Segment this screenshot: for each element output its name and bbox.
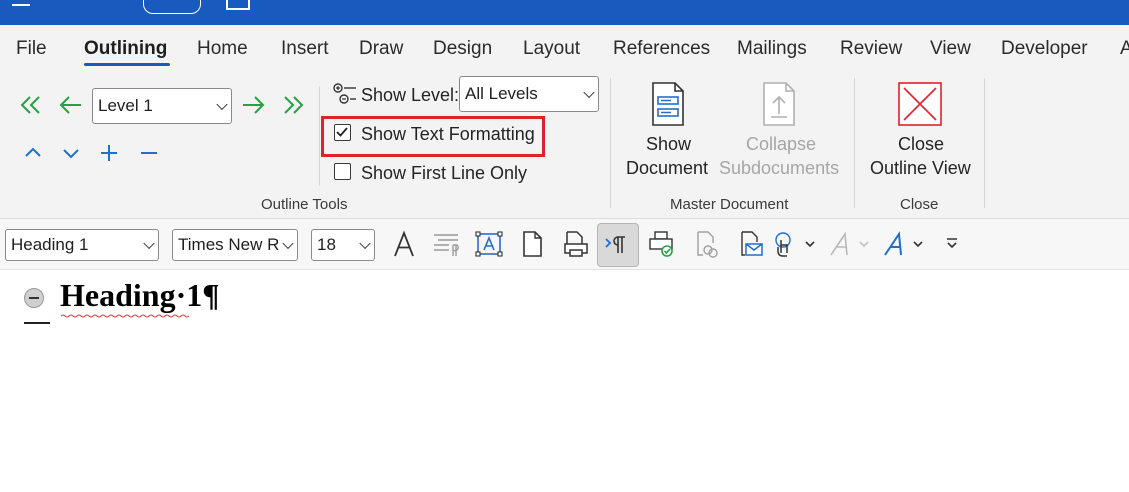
tab-references[interactable]: References bbox=[613, 38, 710, 60]
close-outline-view-label-1[interactable]: Close bbox=[898, 134, 944, 155]
chevron-down-icon bbox=[282, 237, 294, 250]
show-first-line-only-label[interactable]: Show First Line Only bbox=[361, 163, 527, 184]
show-document-label-1[interactable]: Show bbox=[646, 134, 691, 155]
print-icon[interactable] bbox=[647, 229, 677, 259]
separator bbox=[854, 78, 855, 208]
tab-file[interactable]: File bbox=[16, 38, 47, 60]
demote-icon[interactable] bbox=[240, 94, 266, 116]
outline-level-dropdown[interactable]: Level 1 bbox=[92, 88, 232, 124]
master-document-group-label: Master Document bbox=[670, 196, 789, 213]
link-document-icon[interactable] bbox=[691, 229, 721, 259]
tab-developer[interactable]: Developer bbox=[1001, 38, 1088, 60]
show-first-line-only-checkbox[interactable] bbox=[334, 163, 351, 180]
chevron-down-icon[interactable] bbox=[802, 229, 818, 259]
print-preview-icon[interactable] bbox=[561, 229, 591, 259]
tab-design[interactable]: Design bbox=[433, 38, 492, 60]
close-group-label: Close bbox=[900, 196, 939, 213]
separator bbox=[984, 78, 985, 208]
save-icon[interactable] bbox=[226, 0, 250, 10]
font-size-value: 18 bbox=[317, 235, 336, 254]
show-formatting-marks-icon[interactable] bbox=[603, 229, 633, 259]
promote-icon[interactable] bbox=[58, 94, 84, 116]
move-down-icon[interactable] bbox=[60, 144, 82, 162]
separator bbox=[319, 86, 320, 186]
active-tab-indicator bbox=[84, 63, 170, 66]
collapse-icon[interactable] bbox=[138, 142, 160, 164]
page-icon[interactable] bbox=[517, 229, 547, 259]
font-value: Times New R bbox=[178, 235, 280, 254]
autosave-toggle[interactable] bbox=[143, 0, 201, 14]
italic-style-icon[interactable] bbox=[825, 229, 855, 259]
show-level-icon bbox=[333, 83, 356, 104]
style-dropdown[interactable]: Heading 1 bbox=[5, 229, 159, 261]
collapse-subdocuments-label-2[interactable]: Subdocuments bbox=[719, 158, 839, 179]
close-outline-view-icon[interactable] bbox=[898, 82, 942, 126]
touch-mode-icon[interactable] bbox=[769, 229, 799, 259]
chevron-down-icon bbox=[216, 98, 228, 111]
show-document-label-2[interactable]: Document bbox=[626, 158, 708, 179]
tab-review[interactable]: Review bbox=[840, 38, 902, 60]
email-document-icon[interactable] bbox=[735, 229, 765, 259]
style-value: Heading 1 bbox=[11, 235, 89, 254]
chevron-down-icon bbox=[143, 237, 155, 250]
demote-to-body-text-icon[interactable] bbox=[278, 94, 306, 116]
paragraph-format-icon[interactable] bbox=[431, 229, 461, 259]
font-icon[interactable] bbox=[389, 229, 419, 259]
chevron-down-icon[interactable] bbox=[910, 229, 926, 259]
chevron-down-icon[interactable] bbox=[856, 229, 872, 259]
close-outline-view-label-2[interactable]: Outline View bbox=[870, 158, 971, 179]
promote-to-heading-1-icon[interactable] bbox=[18, 94, 46, 116]
outline-collapse-icon[interactable] bbox=[24, 288, 44, 308]
separator bbox=[610, 78, 611, 208]
font-dropdown[interactable]: Times New R bbox=[172, 229, 298, 261]
show-level-label: Show Level: bbox=[361, 85, 460, 105]
tab-view[interactable]: View bbox=[930, 38, 971, 60]
collapse-subdocuments-label-1[interactable]: Collapse bbox=[746, 134, 816, 155]
text-box-icon[interactable] bbox=[474, 229, 504, 259]
tab-overflow[interactable]: A bbox=[1120, 38, 1129, 60]
spelling-squiggle bbox=[61, 314, 190, 318]
expand-icon[interactable] bbox=[98, 142, 120, 164]
font-size-dropdown[interactable]: 18 bbox=[311, 229, 375, 261]
tab-home[interactable]: Home bbox=[197, 38, 248, 60]
chevron-down-icon bbox=[583, 86, 595, 99]
outline-marker-underline bbox=[24, 322, 50, 324]
text-effects-icon[interactable] bbox=[879, 229, 909, 259]
tab-mailings[interactable]: Mailings bbox=[737, 38, 807, 60]
show-level-dropdown[interactable]: All Levels bbox=[459, 76, 599, 112]
collapse-subdocuments-icon[interactable] bbox=[760, 81, 798, 127]
highlight-box bbox=[321, 116, 545, 157]
document-heading[interactable]: Heading·1¶ bbox=[60, 277, 220, 314]
title-bar bbox=[0, 0, 1129, 25]
tab-layout[interactable]: Layout bbox=[523, 38, 580, 60]
tab-outlining[interactable]: Outlining bbox=[84, 38, 167, 60]
menu-icon[interactable] bbox=[12, 0, 30, 6]
show-document-icon[interactable] bbox=[649, 81, 687, 127]
move-up-icon[interactable] bbox=[22, 144, 44, 162]
chevron-down-icon bbox=[359, 237, 371, 250]
show-level-value: All Levels bbox=[465, 84, 538, 103]
outline-level-value: Level 1 bbox=[98, 96, 153, 115]
tab-draw[interactable]: Draw bbox=[359, 38, 403, 60]
tab-insert[interactable]: Insert bbox=[281, 38, 329, 60]
outline-tools-group-label: Outline Tools bbox=[261, 196, 348, 213]
customize-toolbar-icon[interactable] bbox=[944, 229, 960, 259]
